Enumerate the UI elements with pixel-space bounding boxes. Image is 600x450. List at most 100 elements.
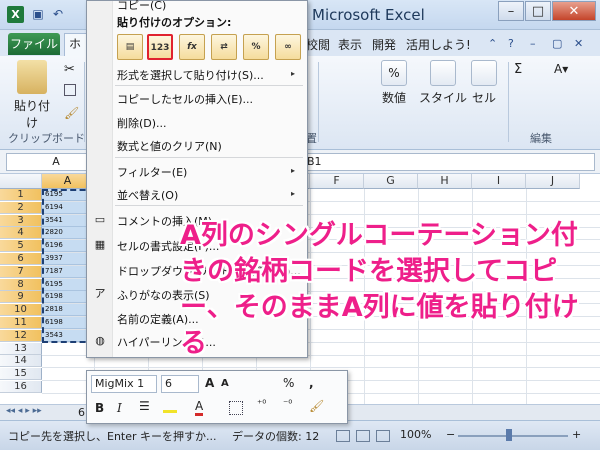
doc-close-icon[interactable]: ✕ xyxy=(574,37,583,50)
mini-toolbar: MigMix 1 6 A A % , B I ☰ A ⁺⁰ ⁻⁰ 🖌 xyxy=(86,370,348,424)
copy-icon[interactable] xyxy=(64,84,76,96)
zoom-slider[interactable] xyxy=(458,435,568,437)
number-format-button[interactable]: % 数値 xyxy=(372,60,416,106)
row-header-9[interactable]: 9 xyxy=(0,291,42,304)
save-icon[interactable]: ▣ xyxy=(30,6,46,22)
doc-restore-icon[interactable]: ▢ xyxy=(552,37,562,50)
row-header-1[interactable]: 1 xyxy=(0,189,42,201)
comma-style-icon[interactable]: , xyxy=(309,376,314,390)
menu-item-5[interactable]: 並べ替え(O) xyxy=(117,187,178,203)
row-header-3[interactable]: 3 xyxy=(0,214,42,227)
menu-item-icon: ▦ xyxy=(94,238,106,251)
menu-item-0[interactable]: 形式を選択して貼り付け(S)... xyxy=(117,67,264,83)
row-header-10[interactable]: 10 xyxy=(0,304,42,317)
sheet-tab[interactable]: 6 xyxy=(78,406,85,419)
column-header-H[interactable]: H xyxy=(418,174,472,189)
bold-button[interactable]: B xyxy=(95,401,104,415)
column-header-J[interactable]: J xyxy=(526,174,580,189)
sheet-nav-icon[interactable]: ◂◂ ◂ ▸ ▸▸ xyxy=(6,406,42,416)
column-header-F[interactable]: F xyxy=(310,174,364,189)
tab-addin[interactable]: 活用しよう! xyxy=(406,36,471,53)
row-header-16[interactable]: 16 xyxy=(0,381,42,393)
font-color-icon[interactable]: A xyxy=(195,399,204,416)
select-all-corner[interactable] xyxy=(0,174,42,189)
decrease-decimal-icon[interactable]: ⁻⁰ xyxy=(283,399,292,410)
help-icon[interactable]: ? xyxy=(508,37,514,50)
tab-view[interactable]: 表示 xyxy=(338,36,362,53)
tab-developer[interactable]: 開発 xyxy=(372,36,396,53)
zoom-out-button[interactable]: − xyxy=(446,428,455,441)
format-painter-icon[interactable]: 🖌 xyxy=(64,106,79,120)
autosum-icon[interactable]: Σ xyxy=(514,62,522,77)
row-header-13[interactable]: 13 xyxy=(0,342,42,355)
align-center-icon[interactable]: ☰ xyxy=(139,399,150,413)
shrink-font-icon[interactable]: A xyxy=(221,378,229,389)
cut-icon[interactable]: ✂ xyxy=(64,62,75,77)
page-break-icon[interactable] xyxy=(376,430,390,442)
row-header-5[interactable]: 5 xyxy=(0,240,42,253)
clipboard-icon xyxy=(17,60,47,94)
percent-icon: % xyxy=(381,60,407,86)
menu-item-copy[interactable]: コピー(C) xyxy=(117,0,166,13)
page-layout-icon[interactable] xyxy=(356,430,370,442)
undo-icon[interactable]: ↶ xyxy=(50,6,66,22)
row-header-6[interactable]: 6 xyxy=(0,253,42,265)
formula-input[interactable]: B1 xyxy=(300,153,595,171)
menu-item-4[interactable]: フィルター(E) xyxy=(117,164,187,180)
paste-option-values-icon[interactable]: 123 xyxy=(147,34,173,60)
sort-filter-icon[interactable]: A▾ xyxy=(554,62,568,76)
menu-separator xyxy=(115,205,303,206)
menu-item-icon: ◍ xyxy=(95,334,105,347)
paste-option-transpose-icon[interactable]: ⇄ xyxy=(211,34,237,60)
grow-font-icon[interactable]: A xyxy=(205,376,214,390)
excel-app-icon[interactable]: X xyxy=(7,6,24,23)
tab-file[interactable]: ファイル xyxy=(8,33,60,55)
maximize-button[interactable]: □ xyxy=(525,1,551,21)
column-header-I[interactable]: I xyxy=(472,174,526,189)
zoom-in-button[interactable]: + xyxy=(572,428,581,441)
menu-item-2[interactable]: 削除(D)... xyxy=(117,115,167,131)
row-header-15[interactable]: 15 xyxy=(0,368,42,381)
row-header-12[interactable]: 12 xyxy=(0,329,42,342)
percent-style-icon[interactable]: % xyxy=(283,376,294,390)
row-header-8[interactable]: 8 xyxy=(0,278,42,291)
font-name-select[interactable]: MigMix 1 xyxy=(91,375,157,393)
paste-option-formula-icon[interactable]: fx xyxy=(179,34,205,60)
minimize-button[interactable]: – xyxy=(498,1,524,21)
paste-button[interactable]: 貼り付け xyxy=(10,60,54,131)
menu-item-3[interactable]: 数式と値のクリア(N) xyxy=(117,138,222,154)
paste-label: 貼り付け xyxy=(13,99,50,130)
row-header-14[interactable]: 14 xyxy=(0,355,42,368)
style-icon xyxy=(430,60,456,86)
status-bar: コピー先を選択し、Enter キーを押すか... データの個数: 12 100%… xyxy=(0,420,600,450)
format-painter-icon[interactable]: 🖌 xyxy=(309,399,324,413)
cell-button[interactable]: セル xyxy=(466,60,502,106)
row-header-7[interactable]: 7 xyxy=(0,265,42,278)
tab-review[interactable]: 校閲 xyxy=(306,36,330,53)
paste-option-format-icon[interactable]: % xyxy=(243,34,269,60)
row-header-11[interactable]: 11 xyxy=(0,317,42,329)
close-button[interactable]: ✕ xyxy=(552,1,596,21)
status-message: コピー先を選択し、Enter キーを押すか... xyxy=(8,430,217,443)
doc-minimize-icon[interactable]: – xyxy=(530,37,536,50)
menu-item-1[interactable]: コピーしたセルの挿入(E)... xyxy=(117,91,253,107)
borders-icon[interactable] xyxy=(229,401,243,415)
cell-icon xyxy=(471,60,497,86)
submenu-arrow-icon: ▸ xyxy=(291,166,296,175)
row-header-2[interactable]: 2 xyxy=(0,201,42,214)
fill-color-icon[interactable] xyxy=(163,401,177,413)
row-header-4[interactable]: 4 xyxy=(0,227,42,240)
zoom-slider-thumb[interactable] xyxy=(506,429,512,441)
style-button[interactable]: スタイル xyxy=(418,60,468,106)
increase-decimal-icon[interactable]: ⁺⁰ xyxy=(257,399,266,410)
zoom-level[interactable]: 100% xyxy=(400,428,431,441)
grid-line xyxy=(42,367,600,369)
font-size-select[interactable]: 6 xyxy=(161,375,199,393)
submenu-arrow-icon: ▸ xyxy=(291,189,296,198)
paste-option-paste-icon[interactable]: ▤ xyxy=(117,34,143,60)
italic-button[interactable]: I xyxy=(117,401,122,415)
paste-option-link-icon[interactable]: ∞ xyxy=(275,34,301,60)
normal-view-icon[interactable] xyxy=(336,430,350,442)
column-header-G[interactable]: G xyxy=(364,174,418,189)
ribbon-minimize-icon[interactable]: ⌃ xyxy=(488,37,497,50)
